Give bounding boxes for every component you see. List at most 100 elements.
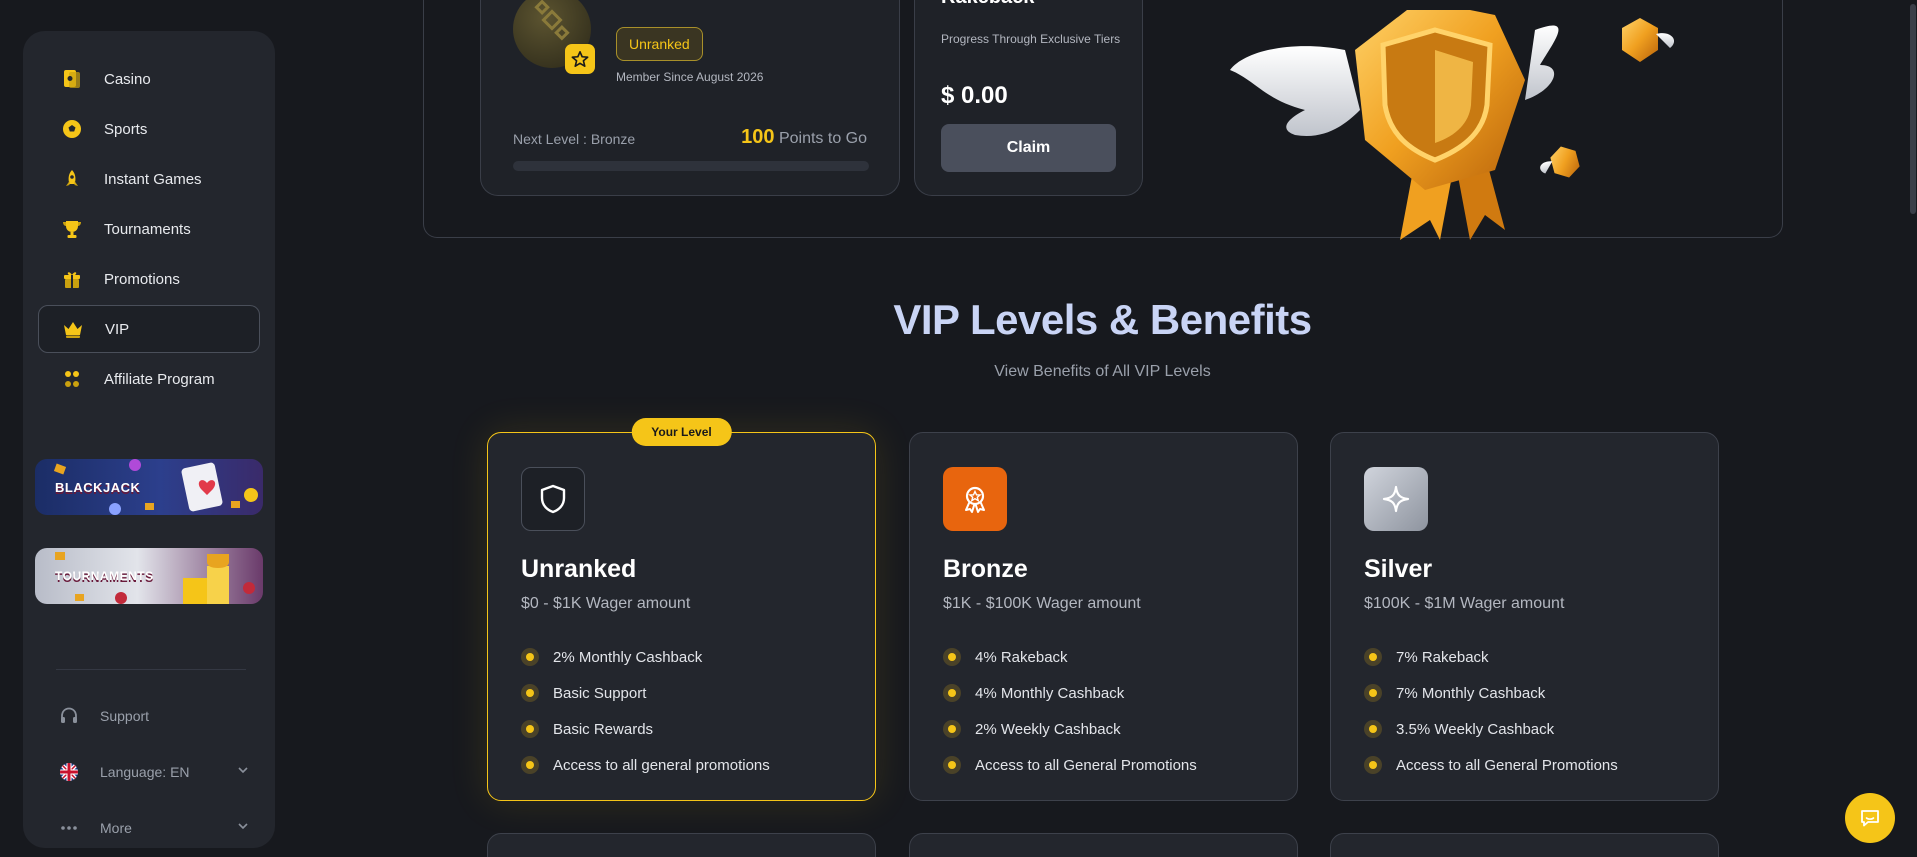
tier-name: Bronze — [943, 555, 1028, 583]
tournaments-banner[interactable]: TOURNAMENTS — [35, 548, 263, 604]
benefit-item: Access to all General Promotions — [1364, 747, 1618, 783]
benefit-item: 2% Monthly Cashback — [521, 639, 770, 675]
more-menu[interactable]: More — [38, 808, 260, 848]
chat-bubble-icon — [1861, 810, 1879, 827]
blackjack-banner[interactable]: BLACKJACK — [35, 459, 263, 515]
sidebar-item-label: Casino — [104, 70, 151, 88]
rocket-icon — [60, 167, 84, 191]
benefit-text: Access to all General Promotions — [1396, 756, 1618, 774]
sidebar-item-label: Instant Games — [104, 170, 202, 188]
bronze-medal-icon — [943, 467, 1007, 531]
benefit-text: 4% Rakeback — [975, 648, 1068, 666]
ellipsis-icon — [58, 817, 80, 839]
benefit-text: 2% Monthly Cashback — [553, 648, 703, 666]
more-label: More — [100, 820, 132, 836]
tier-name: Unranked — [521, 555, 637, 583]
chevron-down-icon — [236, 763, 250, 782]
benefit-item: Basic Support — [521, 675, 770, 711]
bullet-icon — [521, 648, 539, 666]
benefit-item: 7% Rakeback — [1364, 639, 1618, 675]
blackjack-banner-label: BLACKJACK — [55, 479, 141, 495]
rakeback-subtitle: Progress Through Exclusive Tiers — [941, 32, 1121, 46]
claim-button[interactable]: Claim — [941, 124, 1116, 172]
tier-range: $0 - $1K Wager amount — [521, 595, 691, 612]
tier-card-bronze: Bronze $1K - $100K Wager amount 4% Rakeb… — [909, 432, 1298, 801]
sparkle-icon — [1364, 467, 1428, 531]
benefit-text: Access to all General Promotions — [975, 756, 1197, 774]
rakeback-card: Rakeback Progress Through Exclusive Tier… — [914, 0, 1143, 196]
sidebar-divider — [56, 669, 246, 670]
chevron-down-icon — [236, 819, 250, 838]
tier-card-unranked: Your Level Unranked $0 - $1K Wager amoun… — [487, 418, 876, 801]
benefit-item: 4% Monthly Cashback — [943, 675, 1197, 711]
bullet-icon — [943, 648, 961, 666]
level-progress-card: gagagag Unranked Member Since August 202… — [480, 0, 900, 196]
sidebar-item-casino[interactable]: Casino — [38, 55, 260, 103]
bullet-icon — [521, 720, 539, 738]
tier-range: $100K - $1M Wager amount — [1364, 595, 1565, 612]
sidebar-item-label: Sports — [104, 120, 148, 138]
bullet-icon — [521, 756, 539, 774]
vip-medal-illustration — [1230, 10, 1675, 240]
gift-icon — [60, 267, 84, 291]
soccer-ball-icon — [60, 117, 84, 141]
bullet-icon — [1364, 756, 1382, 774]
language-selector[interactable]: Language: EN — [38, 752, 260, 792]
benefit-text: 7% Rakeback — [1396, 648, 1489, 666]
bullet-icon — [943, 756, 961, 774]
rank-badge: Unranked — [616, 27, 703, 61]
rakeback-title: Rakeback — [941, 0, 1034, 9]
bullet-icon — [1364, 684, 1382, 702]
bullet-icon — [521, 684, 539, 702]
benefit-text: 7% Monthly Cashback — [1396, 684, 1546, 702]
benefit-item: Access to all General Promotions — [943, 747, 1197, 783]
page-scrollbar[interactable] — [1909, 0, 1917, 857]
scrollbar-thumb[interactable] — [1910, 4, 1916, 214]
support-label: Support — [100, 708, 150, 724]
benefit-text: 4% Monthly Cashback — [975, 684, 1125, 702]
tier-name: Silver — [1364, 555, 1433, 583]
sidebar-item-tournaments[interactable]: Tournaments — [38, 205, 260, 253]
benefit-text: Access to all general promotions — [553, 756, 770, 774]
next-level-label: Next Level : Bronze — [513, 131, 636, 147]
points-number: 100 — [741, 126, 775, 148]
bullet-icon — [943, 684, 961, 702]
vip-levels-subtitle: View Benefits of All VIP Levels — [994, 363, 1211, 380]
bullet-icon — [1364, 720, 1382, 738]
benefit-list: 7% Rakeback 7% Monthly Cashback 3.5% Wee… — [1364, 639, 1618, 783]
benefit-list: 4% Rakeback 4% Monthly Cashback 2% Weekl… — [943, 639, 1197, 783]
support-link[interactable]: Support — [38, 696, 260, 736]
shield-icon — [521, 467, 585, 531]
bullet-icon — [943, 720, 961, 738]
sidebar-item-label: Promotions — [104, 270, 180, 288]
level-progress-bar — [513, 161, 869, 171]
your-level-badge: Your Level — [631, 418, 732, 446]
bullet-icon — [1364, 648, 1382, 666]
benefit-item: Basic Rewards — [521, 711, 770, 747]
benefit-text: Basic Rewards — [553, 720, 654, 738]
benefit-item: Access to all general promotions — [521, 747, 770, 783]
benefit-item: 3.5% Weekly Cashback — [1364, 711, 1618, 747]
sidebar-item-instant-games[interactable]: Instant Games — [38, 155, 260, 203]
language-label: Language: EN — [100, 764, 190, 780]
benefit-list: 2% Monthly Cashback Basic Support Basic … — [521, 639, 770, 783]
points-to-go: 100 Points to Go — [741, 126, 867, 149]
benefit-text: 3.5% Weekly Cashback — [1396, 720, 1555, 738]
tier-card-next — [1330, 833, 1719, 857]
member-since: Member Since August 2026 — [616, 70, 764, 84]
tournaments-banner-label: TOURNAMENTS — [55, 569, 154, 583]
star-badge — [565, 44, 595, 74]
benefit-text: Basic Support — [553, 684, 647, 702]
tier-range: $1K - $100K Wager amount — [943, 595, 1141, 612]
uk-flag-icon — [58, 761, 80, 783]
benefit-item: 7% Monthly Cashback — [1364, 675, 1618, 711]
trophy-icon — [60, 217, 84, 241]
chat-button[interactable] — [1845, 793, 1895, 843]
sidebar-item-sports[interactable]: Sports — [38, 105, 260, 153]
headset-icon — [58, 705, 80, 727]
tier-card-next — [909, 833, 1298, 857]
cards-icon — [60, 67, 84, 91]
tier-card-next — [487, 833, 876, 857]
points-suffix: Points to Go — [778, 130, 867, 147]
tier-card-silver: Silver $100K - $1M Wager amount 7% Rakeb… — [1330, 432, 1719, 801]
